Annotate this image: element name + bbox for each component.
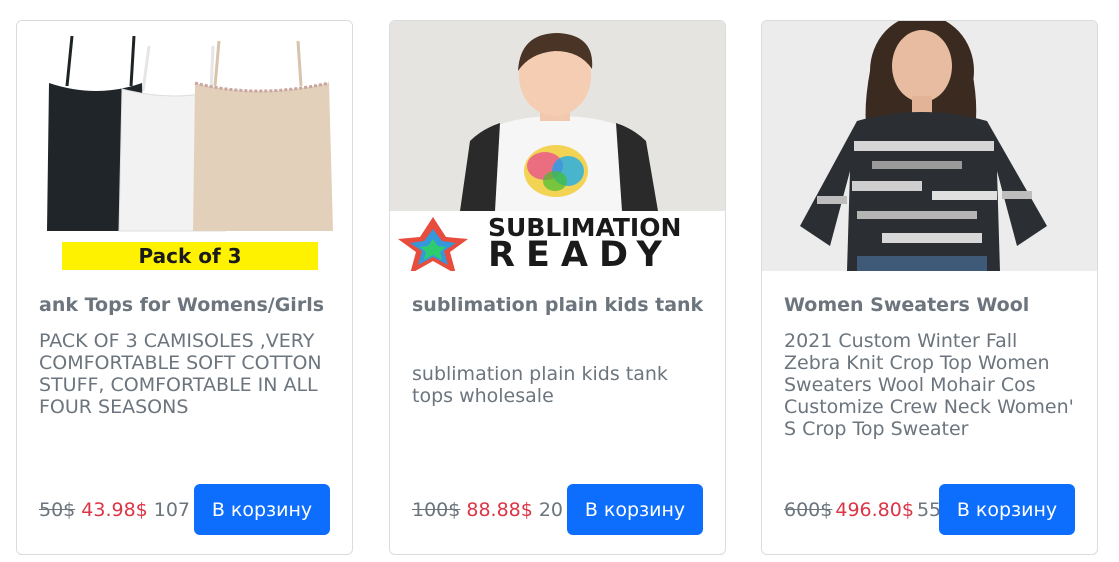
sale-price: 43.98$ bbox=[81, 498, 148, 521]
product-description: PACK OF 3 CAMISOLES ,VERY COMFORTABLE SO… bbox=[39, 330, 322, 418]
product-card: Women Sweaters Wool 2021 Custom Winter F… bbox=[761, 20, 1098, 555]
pack-banner: Pack of 3 bbox=[62, 242, 318, 270]
old-price: 100$ bbox=[412, 498, 461, 521]
add-to-cart-button[interactable]: В корзину bbox=[939, 484, 1075, 535]
sweater-image bbox=[762, 21, 1097, 271]
product-image[interactable]: Pack of 3 bbox=[17, 21, 352, 271]
product-image[interactable] bbox=[762, 21, 1097, 271]
product-card: SUBLIMATION READY sublimation plain kids… bbox=[389, 20, 726, 555]
product-image[interactable]: SUBLIMATION READY bbox=[390, 21, 725, 271]
product-description: 2021 Custom Winter Fall Zebra Knit Crop … bbox=[784, 330, 1074, 440]
kids-tank-image: SUBLIMATION READY bbox=[390, 21, 725, 271]
product-title: ank Tops for Womens/Girls bbox=[39, 294, 325, 316]
camisoles-image bbox=[17, 21, 352, 271]
add-to-cart-button[interactable]: В корзину bbox=[194, 484, 330, 535]
old-price: 50$ bbox=[39, 498, 76, 521]
add-to-cart-button[interactable]: В корзину bbox=[567, 484, 703, 535]
product-description: sublimation plain kids tank tops wholesa… bbox=[412, 363, 668, 407]
stock-quantity: 107 bbox=[153, 498, 191, 521]
product-title: sublimation plain kids tank bbox=[412, 294, 704, 316]
sale-price: 496.80$ bbox=[835, 498, 914, 521]
sale-price: 88.88$ bbox=[466, 498, 533, 521]
product-card: Pack of 3 ank Tops for Womens/Girls PACK… bbox=[16, 20, 353, 555]
stock-quantity: 20 bbox=[538, 498, 564, 521]
stock-quantity: 55 bbox=[916, 498, 942, 521]
old-price: 600$ bbox=[784, 498, 833, 521]
ready-logo-text: READY bbox=[488, 235, 673, 271]
product-title: Women Sweaters Wool bbox=[784, 294, 1030, 316]
